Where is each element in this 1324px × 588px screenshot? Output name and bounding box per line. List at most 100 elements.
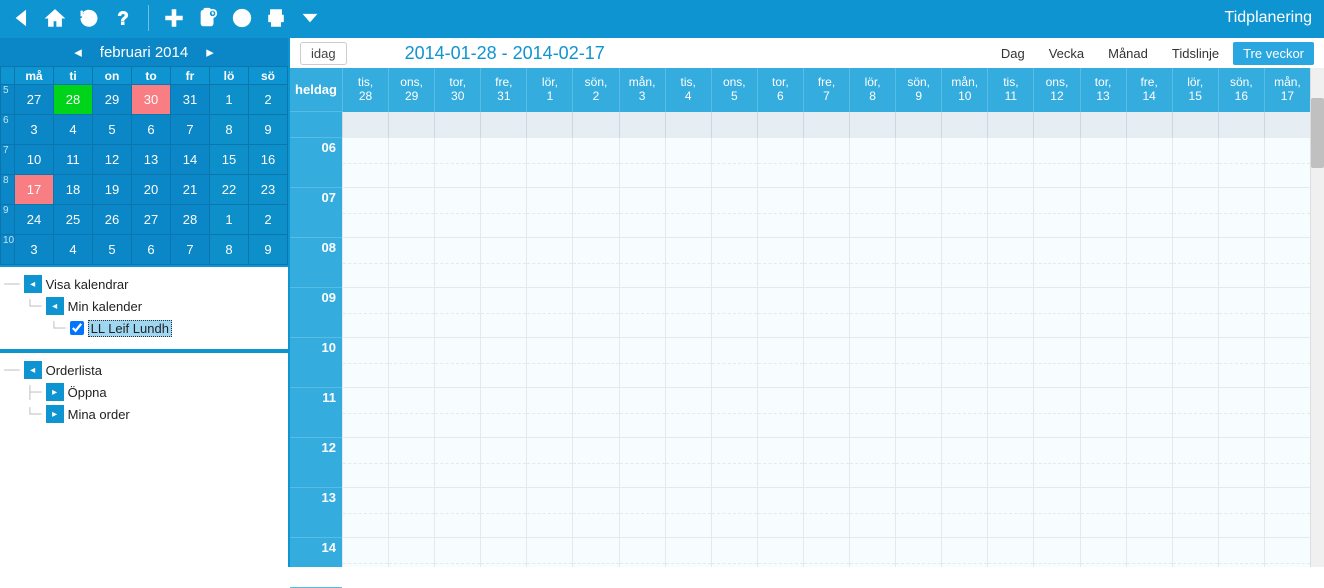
refresh-button[interactable]	[74, 3, 104, 33]
time-cell[interactable]	[987, 338, 1033, 388]
time-cell[interactable]	[1218, 538, 1264, 567]
time-cell[interactable]	[572, 288, 618, 338]
time-cell[interactable]	[434, 388, 480, 438]
time-cell[interactable]	[1218, 488, 1264, 538]
time-cell[interactable]	[1172, 288, 1218, 338]
time-cell[interactable]	[895, 188, 941, 238]
time-cell[interactable]	[342, 538, 388, 567]
time-cell[interactable]	[941, 538, 987, 567]
time-cell[interactable]	[941, 438, 987, 488]
day-header[interactable]: lör,1	[526, 68, 572, 112]
time-cell[interactable]	[480, 438, 526, 488]
mini-cal-day[interactable]: 10	[15, 145, 54, 175]
day-header[interactable]: mån,17	[1264, 68, 1310, 112]
time-cell[interactable]	[803, 338, 849, 388]
time-cell[interactable]	[665, 338, 711, 388]
day-header[interactable]: ons,12	[1033, 68, 1079, 112]
time-cell[interactable]	[941, 338, 987, 388]
time-cell[interactable]	[526, 188, 572, 238]
mini-cal-day[interactable]: 27	[132, 205, 171, 235]
time-cell[interactable]	[665, 138, 711, 188]
allday-cell[interactable]	[1264, 112, 1310, 138]
time-cell[interactable]	[1033, 538, 1079, 567]
mini-cal-day[interactable]: 23	[249, 175, 288, 205]
time-cell[interactable]	[849, 238, 895, 288]
time-cell[interactable]	[895, 338, 941, 388]
time-cell[interactable]	[849, 338, 895, 388]
mini-cal-day[interactable]: 2	[249, 85, 288, 115]
calendar-checkbox[interactable]	[70, 321, 84, 335]
time-cell[interactable]	[434, 438, 480, 488]
time-cell[interactable]	[1033, 388, 1079, 438]
time-cell[interactable]	[434, 538, 480, 567]
time-cell[interactable]	[757, 288, 803, 338]
time-cell[interactable]	[572, 538, 618, 567]
time-cell[interactable]	[987, 538, 1033, 567]
mini-cal-day[interactable]: 8	[210, 235, 249, 265]
time-cell[interactable]	[526, 538, 572, 567]
time-cell[interactable]	[987, 388, 1033, 438]
vertical-scrollbar[interactable]	[1310, 68, 1324, 567]
time-cell[interactable]	[388, 338, 434, 388]
time-cell[interactable]	[987, 188, 1033, 238]
time-cell[interactable]	[572, 488, 618, 538]
time-cell[interactable]	[1126, 188, 1172, 238]
allday-cell[interactable]	[1126, 112, 1172, 138]
time-cell[interactable]	[480, 338, 526, 388]
time-cell[interactable]	[388, 288, 434, 338]
time-cell[interactable]	[711, 388, 757, 438]
allday-cell[interactable]	[434, 112, 480, 138]
time-cell[interactable]	[572, 388, 618, 438]
time-cell[interactable]	[1033, 338, 1079, 388]
allday-cell[interactable]	[572, 112, 618, 138]
time-cell[interactable]	[987, 438, 1033, 488]
tree-toggle[interactable]: ◂	[24, 275, 42, 293]
time-cell[interactable]	[849, 288, 895, 338]
time-cell[interactable]	[342, 238, 388, 288]
allday-cell[interactable]	[1172, 112, 1218, 138]
day-header[interactable]: ons,29	[388, 68, 434, 112]
time-cell[interactable]	[895, 488, 941, 538]
time-cell[interactable]	[803, 188, 849, 238]
mini-cal-day[interactable]: 25	[54, 205, 93, 235]
time-cell[interactable]	[1172, 488, 1218, 538]
mini-cal-day[interactable]: 31	[171, 85, 210, 115]
time-cell[interactable]	[1080, 288, 1126, 338]
time-cell[interactable]	[1126, 338, 1172, 388]
view-tab[interactable]: Månad	[1098, 42, 1158, 65]
mini-cal-day[interactable]: 7	[171, 235, 210, 265]
mini-cal-day[interactable]: 21	[171, 175, 210, 205]
time-cell[interactable]	[665, 388, 711, 438]
time-cell[interactable]	[572, 188, 618, 238]
clipboard-button[interactable]	[193, 3, 223, 33]
time-cell[interactable]	[619, 188, 665, 238]
day-header[interactable]: sön,2	[572, 68, 618, 112]
time-cell[interactable]	[849, 488, 895, 538]
time-cell[interactable]	[803, 438, 849, 488]
mini-cal-day[interactable]: 30	[132, 85, 171, 115]
allday-cell[interactable]	[665, 112, 711, 138]
day-header[interactable]: ons,5	[711, 68, 757, 112]
time-cell[interactable]	[619, 438, 665, 488]
allday-cell[interactable]	[711, 112, 757, 138]
time-cell[interactable]	[1218, 388, 1264, 438]
time-cell[interactable]	[1080, 438, 1126, 488]
time-cell[interactable]	[526, 238, 572, 288]
time-cell[interactable]	[388, 538, 434, 567]
mini-cal-day[interactable]: 5	[93, 235, 132, 265]
time-cell[interactable]	[342, 488, 388, 538]
day-header[interactable]: tor,30	[434, 68, 480, 112]
time-cell[interactable]	[895, 388, 941, 438]
mini-cal-day[interactable]: 5	[93, 115, 132, 145]
allday-cell[interactable]	[526, 112, 572, 138]
day-header[interactable]: sön,16	[1218, 68, 1264, 112]
time-cell[interactable]	[1264, 288, 1310, 338]
mini-cal-day[interactable]: 9	[249, 235, 288, 265]
time-cell[interactable]	[526, 488, 572, 538]
time-cell[interactable]	[757, 388, 803, 438]
mini-cal-day[interactable]: 4	[54, 115, 93, 145]
time-cell[interactable]	[434, 338, 480, 388]
time-cell[interactable]	[941, 238, 987, 288]
mini-cal-day[interactable]: 15	[210, 145, 249, 175]
day-header[interactable]: tor,13	[1080, 68, 1126, 112]
